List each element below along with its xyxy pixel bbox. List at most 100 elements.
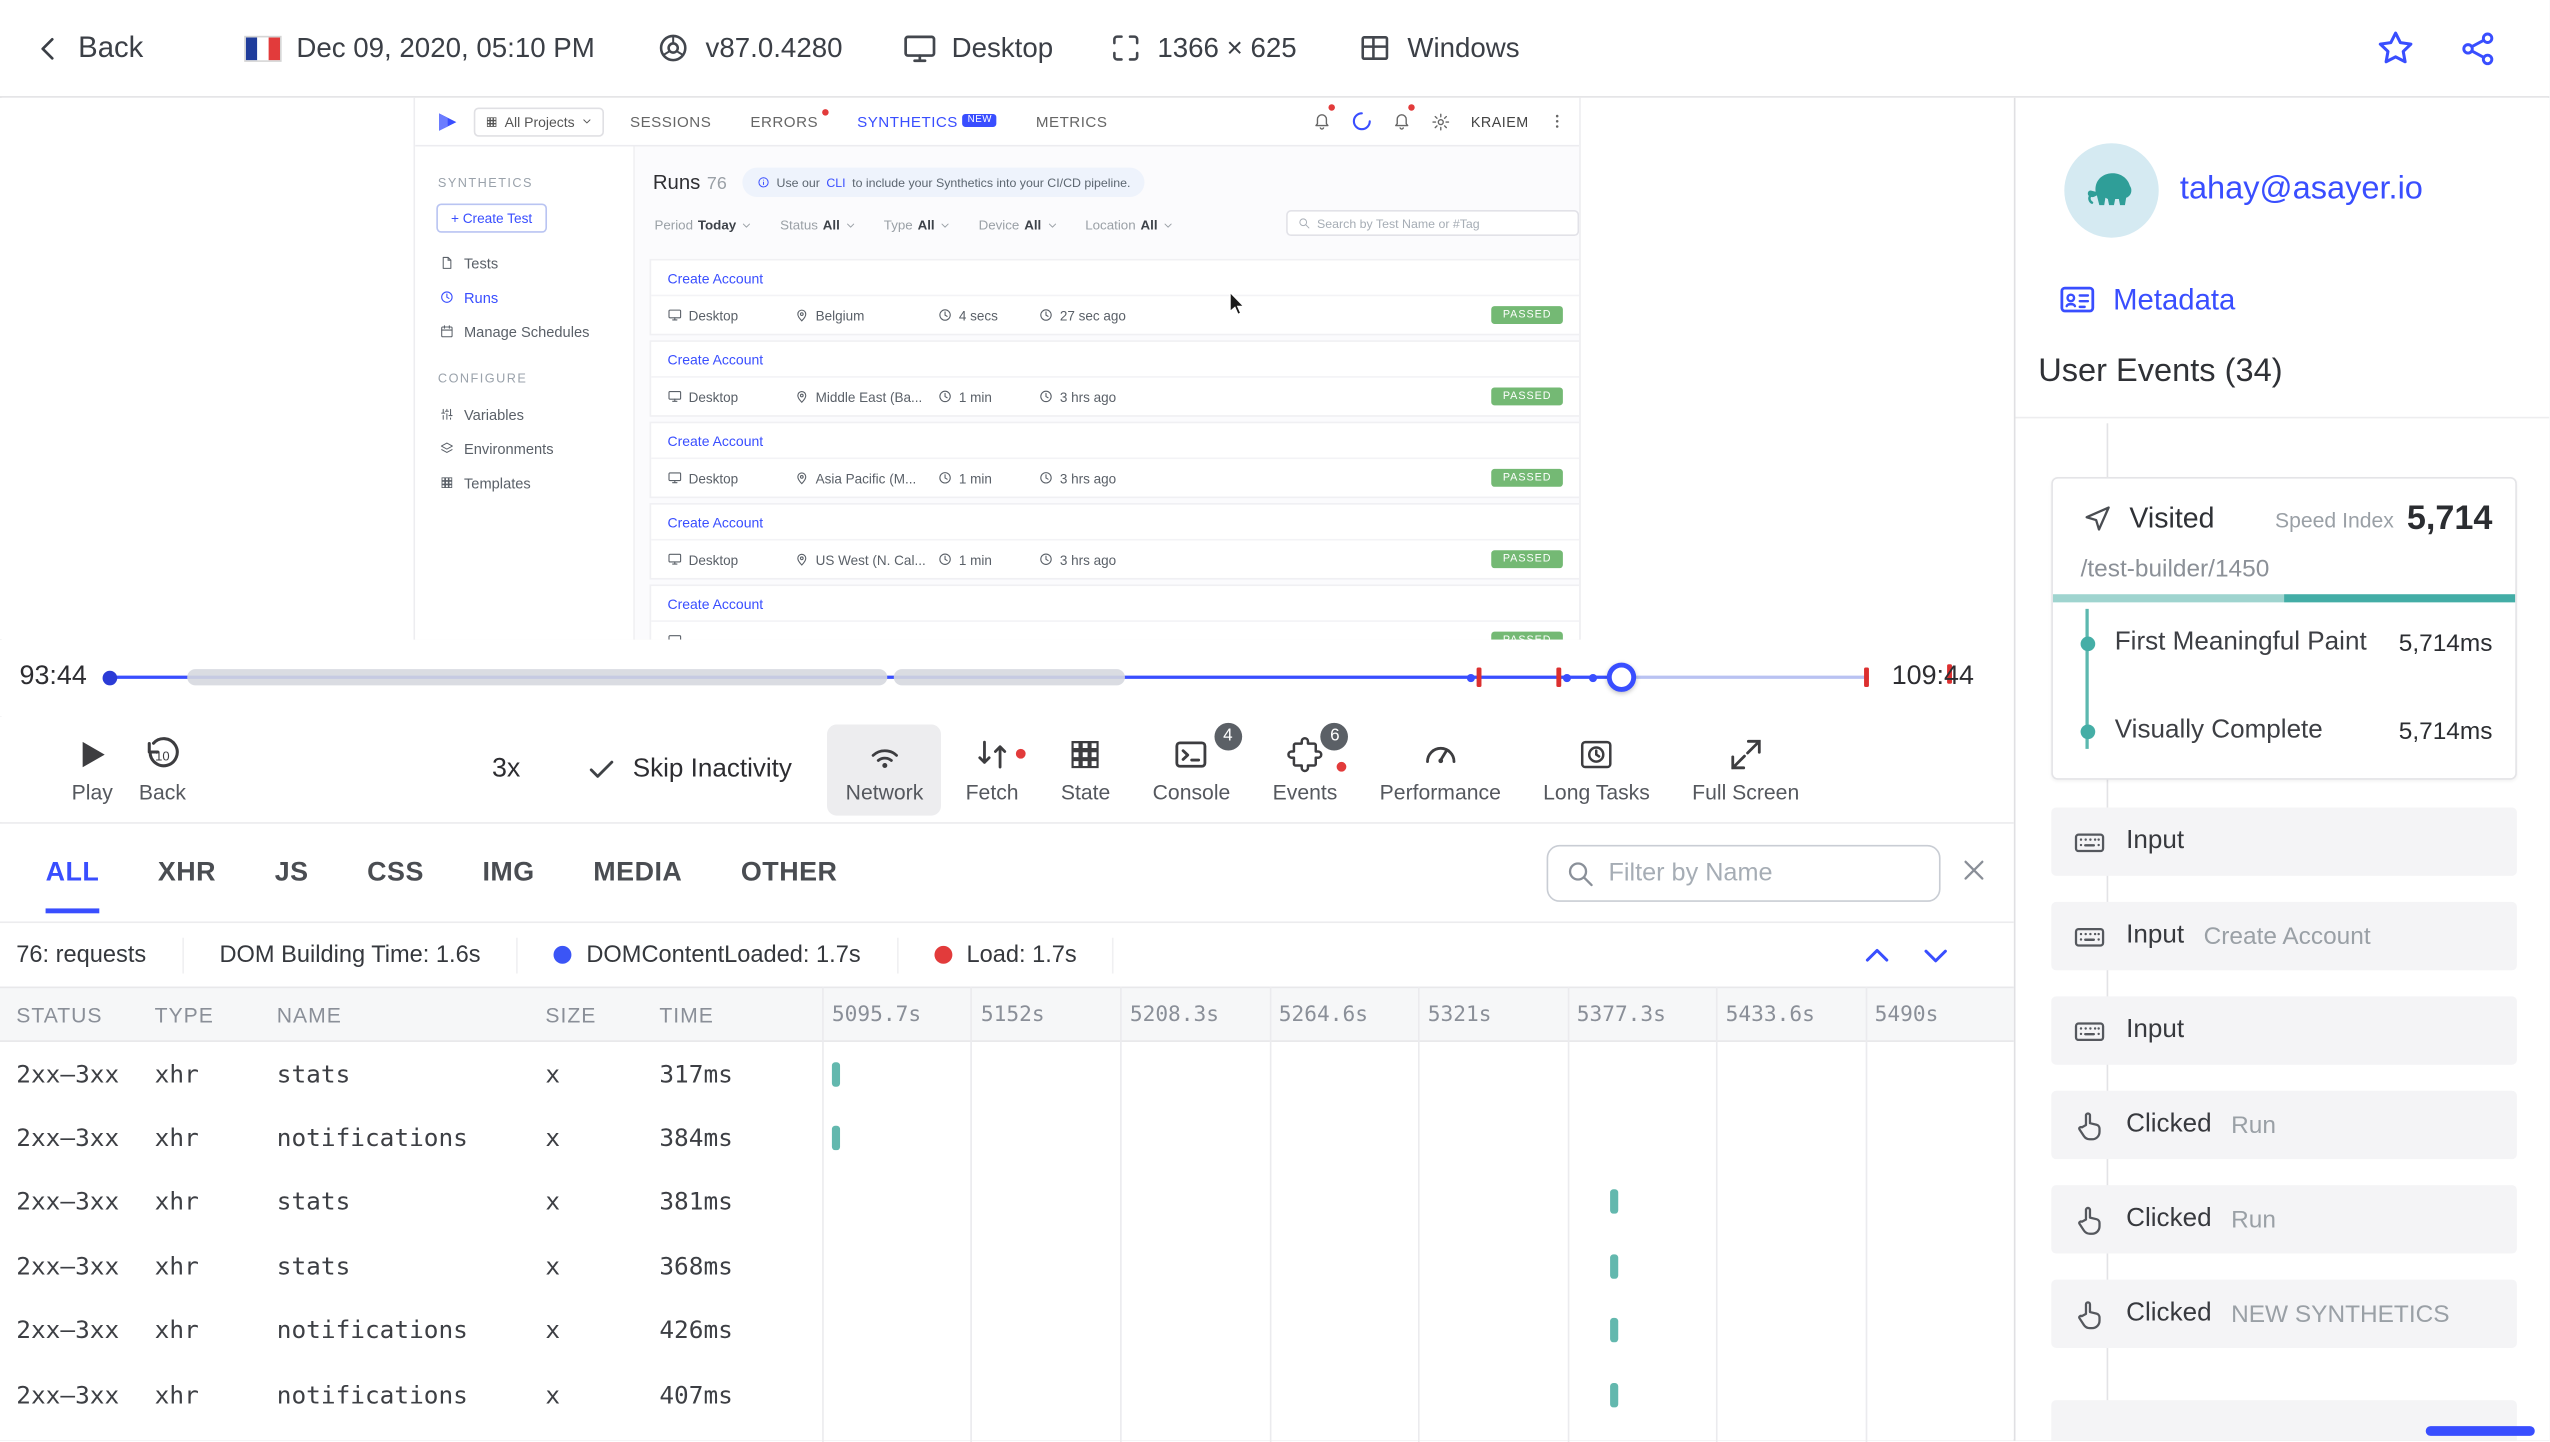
- filter-device-label: Device: [978, 218, 1020, 233]
- run-search-box[interactable]: [1286, 210, 1580, 237]
- user-email[interactable]: tahay@asayer.io: [2180, 171, 2423, 208]
- kebab-menu-icon[interactable]: [1548, 112, 1566, 130]
- load-time: Load: 1.7s: [898, 936, 1115, 973]
- tab-css[interactable]: CSS: [367, 832, 424, 913]
- filter-status[interactable]: Status All: [780, 218, 856, 233]
- run-row[interactable]: Desktop US West (N. Cal... 1 min 3 hrs a…: [651, 538, 1580, 578]
- filter-type[interactable]: Type All: [884, 218, 951, 233]
- settings-gear-icon[interactable]: [1432, 112, 1452, 132]
- check-icon: [585, 754, 616, 785]
- run-row[interactable]: Desktop Belgium 4 secs 27 sec ago PASSED: [651, 294, 1580, 334]
- tab-xhr[interactable]: XHR: [158, 832, 216, 913]
- desktop-icon: [667, 389, 682, 404]
- sidebar-item-runs[interactable]: Runs: [415, 280, 633, 314]
- network-row[interactable]: 2xx–3xx xhr stats x 368ms: [0, 1234, 2014, 1298]
- tab-img[interactable]: IMG: [482, 832, 534, 913]
- sidebar-item-manage-schedules[interactable]: Manage Schedules: [415, 314, 633, 348]
- playback-speed-button[interactable]: 3x: [492, 754, 520, 785]
- tab-sessions[interactable]: SESSIONS: [630, 113, 711, 129]
- tab-synthetics[interactable]: SYNTHETICS NEW: [857, 113, 997, 129]
- filter-box[interactable]: [1546, 844, 1941, 902]
- timeline-track-remaining[interactable]: [1621, 675, 1869, 679]
- playhead-handle[interactable]: [1606, 662, 1637, 692]
- tab-media[interactable]: MEDIA: [593, 832, 682, 913]
- run-group: Create Account Desktop Asia Pacific (M..…: [651, 423, 1580, 497]
- inactivity-segment: [187, 669, 888, 686]
- metadata-button[interactable]: Metadata: [2058, 280, 2235, 319]
- replayed-app-topnav: All Projects SESSIONS ERRORS SYNTHETICS N…: [415, 97, 1580, 147]
- dcl-dot: [553, 945, 572, 964]
- location-pin-icon: [794, 470, 809, 485]
- resolution-icon: [1108, 31, 1142, 65]
- announcements-icon[interactable]: [1313, 103, 1336, 136]
- run-row[interactable]: PASSED: [651, 620, 1580, 640]
- filter-period[interactable]: Period Today: [654, 218, 752, 233]
- network-row[interactable]: 2xx–3xx xhr notifications x 426ms: [0, 1298, 2014, 1362]
- cli-link[interactable]: CLI: [826, 175, 845, 190]
- scrollbar-thumb[interactable]: [2425, 1426, 2535, 1436]
- project-selector[interactable]: All Projects: [473, 106, 604, 136]
- sidebar-item-tests[interactable]: Tests: [415, 246, 633, 280]
- sidebar-item-environments[interactable]: Environments: [415, 431, 633, 465]
- events-panel-button[interactable]: 6 Events: [1255, 722, 1356, 815]
- filter-device[interactable]: Device All: [979, 218, 1058, 233]
- run-name-link[interactable]: Create Account: [651, 423, 1579, 457]
- filter-input[interactable]: [1608, 858, 1923, 889]
- network-row[interactable]: 2xx–3xx xhr stats x 317ms: [0, 1042, 2014, 1106]
- col-timeline: 5490s: [1874, 1002, 1939, 1027]
- long-tasks-panel-button[interactable]: Long Tasks: [1525, 724, 1668, 815]
- input-event-card[interactable]: Input: [2051, 996, 2517, 1065]
- run-name-link[interactable]: Create Account: [651, 586, 1579, 620]
- run-name-link[interactable]: Create Account: [651, 260, 1579, 294]
- events-puzzle-icon: [1286, 735, 1323, 772]
- network-row[interactable]: 2xx–3xx xhr stats x 381ms: [0, 1170, 2014, 1234]
- jump-previous-icon[interactable]: [1859, 938, 1895, 974]
- close-panel-icon[interactable]: [1958, 855, 1989, 886]
- back-button[interactable]: Back: [33, 31, 144, 65]
- full-screen-button[interactable]: Full Screen: [1674, 724, 1817, 815]
- run-row[interactable]: Desktop Asia Pacific (M... 1 min 3 hrs a…: [651, 457, 1580, 496]
- jump-next-icon[interactable]: [1918, 938, 1954, 974]
- input-event-card[interactable]: Input: [2051, 807, 2517, 876]
- filter-location[interactable]: Location All: [1085, 218, 1174, 233]
- run-search-input[interactable]: [1317, 215, 1568, 231]
- fetch-panel-button[interactable]: Fetch: [948, 724, 1037, 815]
- clicked-event-card[interactable]: Clicked Run: [2051, 1185, 2517, 1254]
- tab-metrics[interactable]: METRICS: [1036, 113, 1108, 129]
- network-panel-button[interactable]: Network: [827, 723, 942, 815]
- skip-back-button[interactable]: 10 Back: [139, 734, 186, 804]
- run-row[interactable]: Desktop Middle East (Ba... 1 min 3 hrs a…: [651, 376, 1580, 415]
- tab-errors[interactable]: ERRORS: [750, 108, 828, 129]
- tab-other[interactable]: OTHER: [741, 832, 837, 913]
- console-panel-button[interactable]: 4 Console: [1135, 722, 1248, 815]
- sidebar-item-templates[interactable]: Templates: [415, 466, 633, 500]
- sidebar-item-runs-label: Runs: [463, 288, 499, 306]
- run-name-link[interactable]: Create Account: [651, 342, 1579, 376]
- play-button[interactable]: Play: [72, 734, 113, 804]
- player-timeline[interactable]: 93:44 109:44: [0, 639, 2014, 717]
- speed-index-bar-segment: [2052, 594, 2285, 603]
- network-row[interactable]: 2xx–3xx xhr notifications x 407ms: [0, 1363, 2014, 1427]
- visited-event-card[interactable]: Visited Speed Index 5,714 /test-builder/…: [2051, 477, 2517, 780]
- user-menu[interactable]: KRAIEM: [1471, 113, 1529, 129]
- clicked-event-card[interactable]: Clicked NEW SYNTHETICS: [2051, 1279, 2517, 1348]
- tab-all[interactable]: ALL: [45, 832, 100, 914]
- device-label: Desktop: [951, 31, 1054, 63]
- create-test-button[interactable]: + Create Test: [436, 203, 547, 233]
- input-event-card[interactable]: Input Create Account: [2051, 901, 2517, 971]
- favorite-star-icon[interactable]: [2375, 28, 2416, 69]
- clicked-event-card[interactable]: Clicked Run: [2051, 1090, 2517, 1160]
- performance-panel-button[interactable]: Performance: [1362, 724, 1519, 815]
- play-icon: [72, 734, 113, 775]
- row-name: notifications: [276, 1379, 468, 1410]
- panel-buttons: Network Fetch State 4 Console 6 Events P…: [827, 722, 1817, 815]
- state-panel-button[interactable]: State: [1043, 724, 1128, 815]
- tab-js[interactable]: JS: [275, 832, 309, 913]
- sidebar-item-variables[interactable]: Variables: [415, 397, 633, 431]
- share-icon[interactable]: [2458, 28, 2497, 67]
- operating-system: Windows: [1358, 31, 1520, 65]
- notifications-bell-icon[interactable]: [1393, 103, 1416, 136]
- network-row[interactable]: 2xx–3xx xhr notifications x 384ms: [0, 1106, 2014, 1170]
- skip-inactivity-toggle[interactable]: Skip Inactivity: [585, 754, 792, 785]
- run-name-link[interactable]: Create Account: [651, 505, 1579, 539]
